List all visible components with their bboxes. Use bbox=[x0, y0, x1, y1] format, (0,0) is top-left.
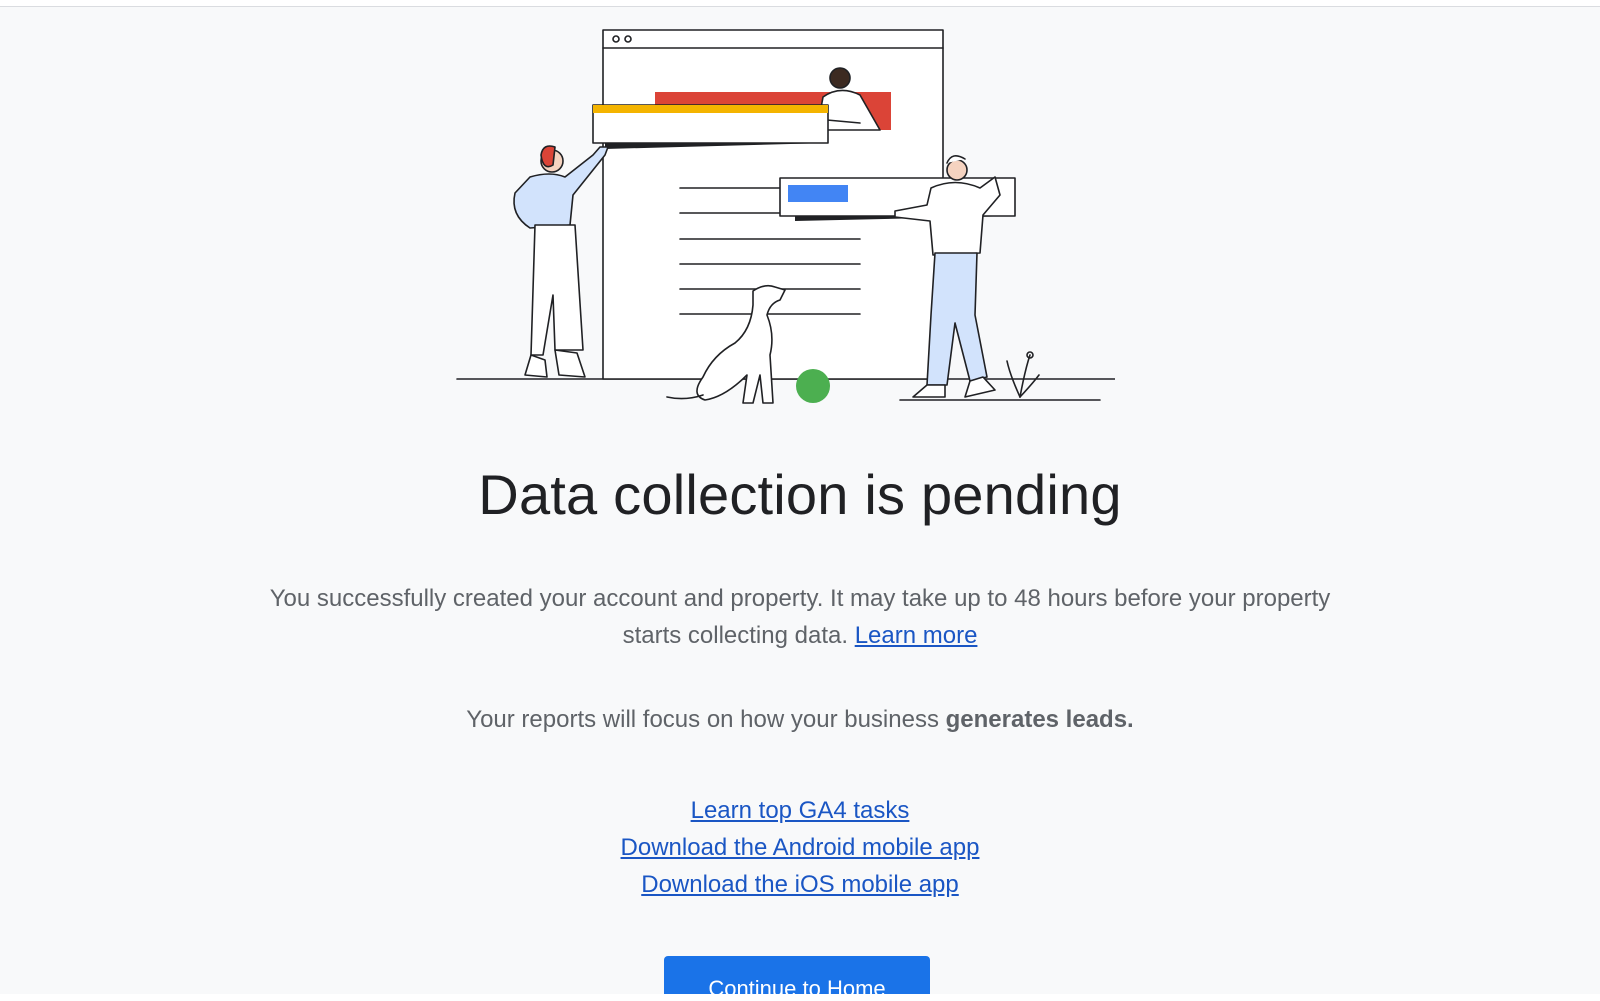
bottom-edge bbox=[0, 994, 1600, 1001]
focus-business-goal: generates leads. bbox=[945, 706, 1134, 733]
page-title: Data collection is pending bbox=[478, 463, 1122, 526]
ios-app-link[interactable]: Download the iOS mobile app bbox=[641, 871, 959, 898]
android-app-link[interactable]: Download the Android mobile app bbox=[621, 834, 980, 861]
pending-description: You successfully created your account an… bbox=[250, 580, 1350, 654]
focus-prefix: Your reports will focus on how your busi… bbox=[466, 706, 939, 733]
team-report-illustration bbox=[456, 29, 1115, 404]
learn-ga4-tasks-link[interactable]: Learn top GA4 tasks bbox=[691, 797, 910, 824]
learn-more-link[interactable]: Learn more bbox=[855, 622, 978, 649]
page: Data collection is pending You successfu… bbox=[0, 0, 1600, 1001]
resource-links: Learn top GA4 tasks Download the Android… bbox=[0, 792, 1600, 903]
reports-focus-text: Your reports will focus on how your busi… bbox=[0, 706, 1600, 734]
description-text: You successfully created your account an… bbox=[269, 585, 1331, 649]
top-divider bbox=[0, 0, 1600, 7]
